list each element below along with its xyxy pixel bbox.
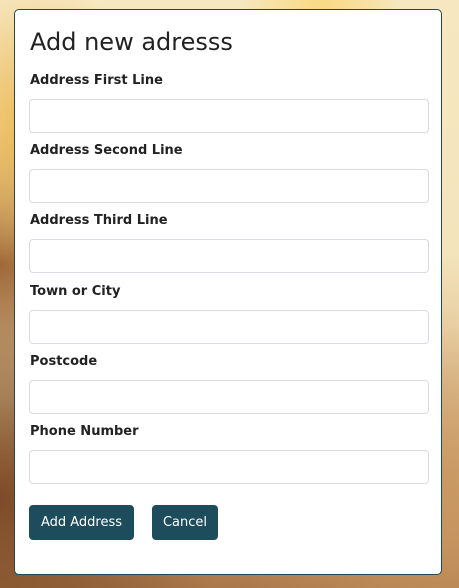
add-address-button[interactable]: Add Address — [29, 505, 134, 540]
phone-number-label: Phone Number — [30, 424, 139, 439]
town-city-input[interactable] — [29, 310, 429, 344]
cancel-button[interactable]: Cancel — [152, 505, 218, 540]
address-line1-input[interactable] — [29, 99, 429, 133]
address-line1-label: Address First Line — [30, 73, 163, 88]
form-title: Add new adresss — [30, 28, 233, 56]
address-line2-label: Address Second Line — [30, 143, 183, 158]
postcode-label: Postcode — [30, 354, 98, 369]
phone-number-input[interactable] — [29, 450, 429, 484]
address-line3-input[interactable] — [29, 239, 429, 273]
postcode-input[interactable] — [29, 380, 429, 414]
town-city-label: Town or City — [30, 284, 121, 299]
add-address-form-card: Add new adresss Address First Line Addre… — [14, 9, 442, 575]
address-line2-input[interactable] — [29, 169, 429, 203]
address-line3-label: Address Third Line — [30, 213, 168, 228]
